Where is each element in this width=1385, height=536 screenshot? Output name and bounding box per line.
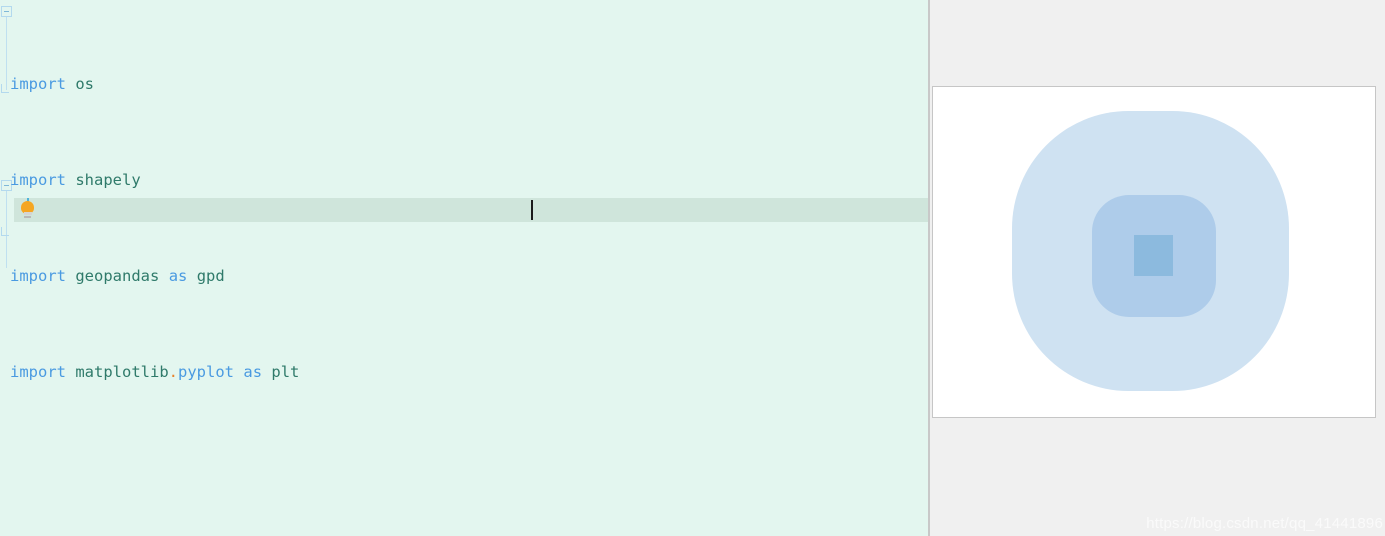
token-import: import: [10, 267, 66, 285]
shape-original-polygon: [1134, 235, 1173, 276]
code-line-4: import matplotlib.pyplot as plt: [10, 360, 928, 384]
code-line-2: import shapely: [10, 168, 928, 192]
token-import: import: [10, 171, 66, 189]
token-geopandas: geopandas: [75, 267, 160, 285]
plot-output-pane: https://blog.csdn.net/qq_41441896: [932, 0, 1385, 536]
code-line-3: import geopandas as gpd: [10, 264, 928, 288]
code-text[interactable]: import os import shapely import geopanda…: [10, 0, 928, 536]
token-import: import: [10, 363, 66, 381]
code-editor-pane[interactable]: import os import shapely import geopanda…: [0, 0, 930, 536]
token-os: os: [75, 75, 95, 93]
token-matplotlib: matplotlib: [75, 363, 169, 381]
screenshot-root: import os import shapely import geopanda…: [0, 0, 1385, 536]
fold-marker-geoseries-end[interactable]: [1, 227, 9, 236]
code-line-1: import os: [10, 72, 928, 96]
token-shapely: shapely: [75, 171, 141, 189]
text-caret: [531, 200, 533, 220]
fold-marker-imports-end[interactable]: [1, 84, 9, 93]
fold-guide-geoseries: [6, 180, 7, 268]
token-as: as: [168, 267, 188, 285]
token-dot: .: [168, 363, 179, 381]
token-plt: plt: [271, 363, 300, 381]
fold-guide-imports: [6, 6, 7, 90]
token-import: import: [10, 75, 66, 93]
token-as: as: [243, 363, 263, 381]
token-pyplot: pyplot: [178, 363, 235, 381]
token-gpd: gpd: [196, 267, 225, 285]
watermark-text: https://blog.csdn.net/qq_41441896: [1146, 515, 1383, 532]
matplotlib-figure-canvas[interactable]: [932, 86, 1376, 418]
code-line-5-blank: [10, 456, 928, 480]
